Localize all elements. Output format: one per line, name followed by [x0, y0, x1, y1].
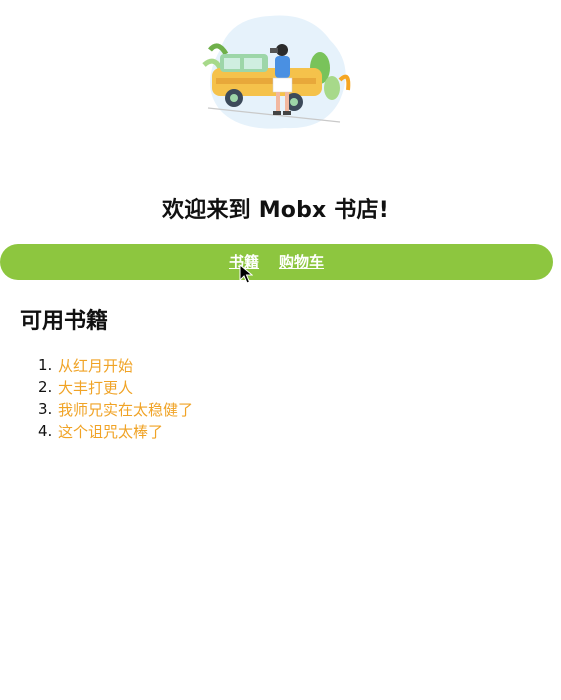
page-title: 欢迎来到 Mobx 书店! — [162, 198, 389, 223]
book-link[interactable]: 我师兄实在太稳健了 — [58, 399, 193, 420]
book-link[interactable]: 大丰打更人 — [58, 377, 133, 398]
list-item-number: 3. — [38, 400, 53, 418]
travel-illustration-icon — [202, 15, 351, 129]
list-item: 4. 这个诅咒太棒了 — [38, 420, 193, 442]
pointer-cursor-icon — [239, 263, 254, 284]
section-title-available-books: 可用书籍 — [20, 309, 109, 334]
nav-bar: 书籍 购物车 — [0, 244, 553, 280]
list-item: 3. 我师兄实在太稳健了 — [38, 398, 193, 420]
list-item-number: 2. — [38, 378, 53, 396]
list-item-number: 1. — [38, 356, 53, 374]
book-link[interactable]: 这个诅咒太棒了 — [58, 421, 163, 442]
list-item-number: 4. — [38, 422, 53, 440]
list-item: 2. 大丰打更人 — [38, 376, 193, 398]
nav-link-cart[interactable]: 购物车 — [279, 254, 324, 270]
book-list: 1. 从红月开始 2. 大丰打更人 3. 我师兄实在太稳健了 4. 这个诅咒太棒… — [38, 354, 193, 442]
list-item: 1. 从红月开始 — [38, 354, 193, 376]
page: 欢迎来到 Mobx 书店! 书籍 购物车 可用书籍 1. 从红月开始 2. 大丰… — [0, 0, 561, 700]
book-link[interactable]: 从红月开始 — [58, 355, 133, 376]
hero-illustration — [190, 10, 360, 140]
